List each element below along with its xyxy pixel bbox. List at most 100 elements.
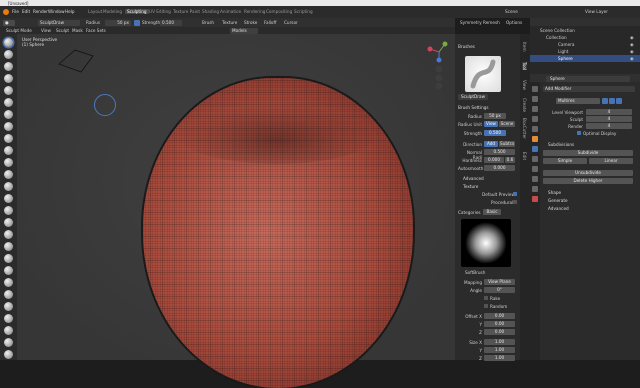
- cloth-tool-icon[interactable]: [4, 326, 13, 335]
- clay-tool-icon[interactable]: [4, 62, 13, 71]
- face-sets-menu[interactable]: Face Sets: [86, 28, 106, 33]
- physics-props-icon[interactable]: [532, 166, 538, 172]
- texture-thumbnail[interactable]: [461, 219, 511, 267]
- radius-unit-view[interactable]: View: [484, 121, 498, 127]
- data-props-icon[interactable]: [532, 186, 538, 192]
- elastic-deform-tool-icon[interactable]: [4, 230, 13, 239]
- normal-radius-field[interactable]: 0.500: [484, 149, 515, 155]
- shading-selector[interactable]: Models: [230, 27, 258, 34]
- subdivide-button[interactable]: Subdivide: [543, 150, 633, 156]
- symmetry-menu[interactable]: Symmetry: [460, 20, 482, 25]
- sculpt-menu[interactable]: Sculpt: [56, 28, 69, 33]
- falloff-menu[interactable]: Falloff: [264, 20, 276, 25]
- flatten-tool-icon[interactable]: [4, 158, 13, 167]
- outliner-item-camera[interactable]: Camera: [558, 42, 574, 47]
- pose-tool-icon[interactable]: [4, 266, 13, 275]
- radius-field[interactable]: 50 px: [484, 113, 506, 119]
- menu-file[interactable]: File: [12, 9, 19, 14]
- size-x-field[interactable]: 1.00: [484, 339, 515, 345]
- brush-selector[interactable]: SculptDraw: [38, 19, 80, 26]
- direction-add[interactable]: Add: [484, 141, 498, 147]
- brush-icon[interactable]: ●: [3, 19, 15, 26]
- navigation-gizmo[interactable]: [425, 40, 453, 90]
- crease-tool-icon[interactable]: [4, 134, 13, 143]
- scene-selector[interactable]: Scene: [505, 9, 518, 14]
- outliner-item-sphere[interactable]: Sphere: [558, 56, 573, 61]
- strength-field[interactable]: 0.500: [484, 130, 506, 136]
- tab-shading[interactable]: Shading: [202, 9, 219, 14]
- outliner-item-light[interactable]: Light: [558, 49, 568, 54]
- show-render-icon[interactable]: [616, 98, 622, 104]
- clay-thumb-tool-icon[interactable]: [4, 86, 13, 95]
- tab-animation[interactable]: Animation: [220, 9, 241, 14]
- grab-tool-icon[interactable]: [4, 218, 13, 227]
- tool-props-icon[interactable]: [532, 86, 538, 92]
- simple-button[interactable]: Simple: [543, 158, 587, 164]
- nudge-tool-icon[interactable]: [4, 278, 13, 287]
- procedural-checkbox[interactable]: [513, 200, 517, 204]
- autosmooth-field[interactable]: 0.000: [484, 165, 515, 171]
- view-layer-selector[interactable]: View Layer: [585, 9, 608, 14]
- show-in-editmode-icon[interactable]: [602, 98, 608, 104]
- scrape-tool-icon[interactable]: [4, 182, 13, 191]
- tab-layout[interactable]: Layout: [88, 9, 102, 14]
- tab-boxcutter[interactable]: BoxCutter: [522, 118, 527, 139]
- fill-tool-icon[interactable]: [4, 170, 13, 179]
- mask-tool-icon[interactable]: [4, 350, 13, 359]
- texture-section[interactable]: Texture: [463, 184, 478, 189]
- menu-edit[interactable]: Edit: [22, 9, 30, 14]
- menu-render[interactable]: Render: [33, 9, 48, 14]
- size-z-field[interactable]: 1.00: [484, 355, 515, 361]
- scene-collection-label[interactable]: Scene Collection: [540, 28, 575, 33]
- tab-tool[interactable]: Tool: [522, 62, 527, 71]
- default-preview-checkbox[interactable]: [513, 192, 517, 196]
- texture-menu[interactable]: Texture: [222, 20, 237, 25]
- size-y-field[interactable]: 1.00: [484, 347, 515, 353]
- brush-settings-header[interactable]: Brush Settings: [458, 105, 489, 110]
- offset-x-field[interactable]: 0.00: [484, 313, 515, 319]
- particles-props-icon[interactable]: [532, 156, 538, 162]
- eye-icon[interactable]: ◉: [630, 42, 634, 47]
- pressure-icon[interactable]: [134, 19, 140, 26]
- multiplane-scrape-tool-icon[interactable]: [4, 194, 13, 203]
- render-props-icon[interactable]: [532, 96, 538, 102]
- draw-tool-icon[interactable]: [4, 38, 13, 47]
- brush-thumbnail[interactable]: [465, 56, 501, 92]
- rotate-tool-icon[interactable]: [4, 290, 13, 299]
- show-viewport-icon[interactable]: [609, 98, 615, 104]
- offset-z-field[interactable]: 0.00: [484, 329, 515, 335]
- mapping-selector[interactable]: View Plane: [484, 279, 515, 285]
- eye-icon[interactable]: ◉: [630, 35, 634, 40]
- object-props-icon[interactable]: [532, 136, 538, 142]
- unsubdivide-button[interactable]: Unsubdivide: [543, 170, 633, 176]
- radius-field[interactable]: 50 px: [105, 19, 131, 26]
- brush-menu[interactable]: Brush: [202, 20, 214, 25]
- tab-uv-editing[interactable]: UV Editing: [149, 9, 171, 14]
- inflate-tool-icon[interactable]: [4, 110, 13, 119]
- generate-section[interactable]: Generate: [548, 198, 568, 203]
- tab-edit[interactable]: Edit: [522, 152, 527, 160]
- constraints-props-icon[interactable]: [532, 176, 538, 182]
- optimal-display-checkbox[interactable]: [577, 131, 581, 135]
- brush-name-field[interactable]: SculptDraw: [458, 94, 488, 100]
- add-modifier-button[interactable]: Add Modifier: [543, 86, 635, 92]
- mode-selector[interactable]: Sculpt Mode: [6, 28, 32, 33]
- radius-unit-scene[interactable]: Scene: [499, 121, 515, 127]
- blob-tool-icon[interactable]: [4, 122, 13, 131]
- world-props-icon[interactable]: [532, 126, 538, 132]
- level-viewport-field[interactable]: 4: [586, 109, 632, 115]
- eye-icon[interactable]: ◉: [630, 56, 634, 61]
- tab-item[interactable]: Item: [522, 42, 527, 52]
- strength-field[interactable]: 0.500: [160, 19, 182, 26]
- direction-subtract[interactable]: Subtra: [499, 141, 515, 147]
- tab-texture-paint[interactable]: Texture Paint: [173, 9, 200, 14]
- view-menu[interactable]: View: [41, 28, 51, 33]
- options-menu[interactable]: Options: [506, 20, 522, 25]
- blender-logo-icon[interactable]: [3, 8, 9, 15]
- sculpt-level-field[interactable]: 4: [586, 116, 632, 122]
- modifier-props-icon[interactable]: [532, 146, 538, 152]
- random-checkbox[interactable]: [484, 304, 488, 308]
- remesh-menu[interactable]: Remesh: [483, 20, 500, 25]
- menu-window[interactable]: Window: [48, 9, 65, 14]
- angle-field[interactable]: 0°: [484, 287, 515, 293]
